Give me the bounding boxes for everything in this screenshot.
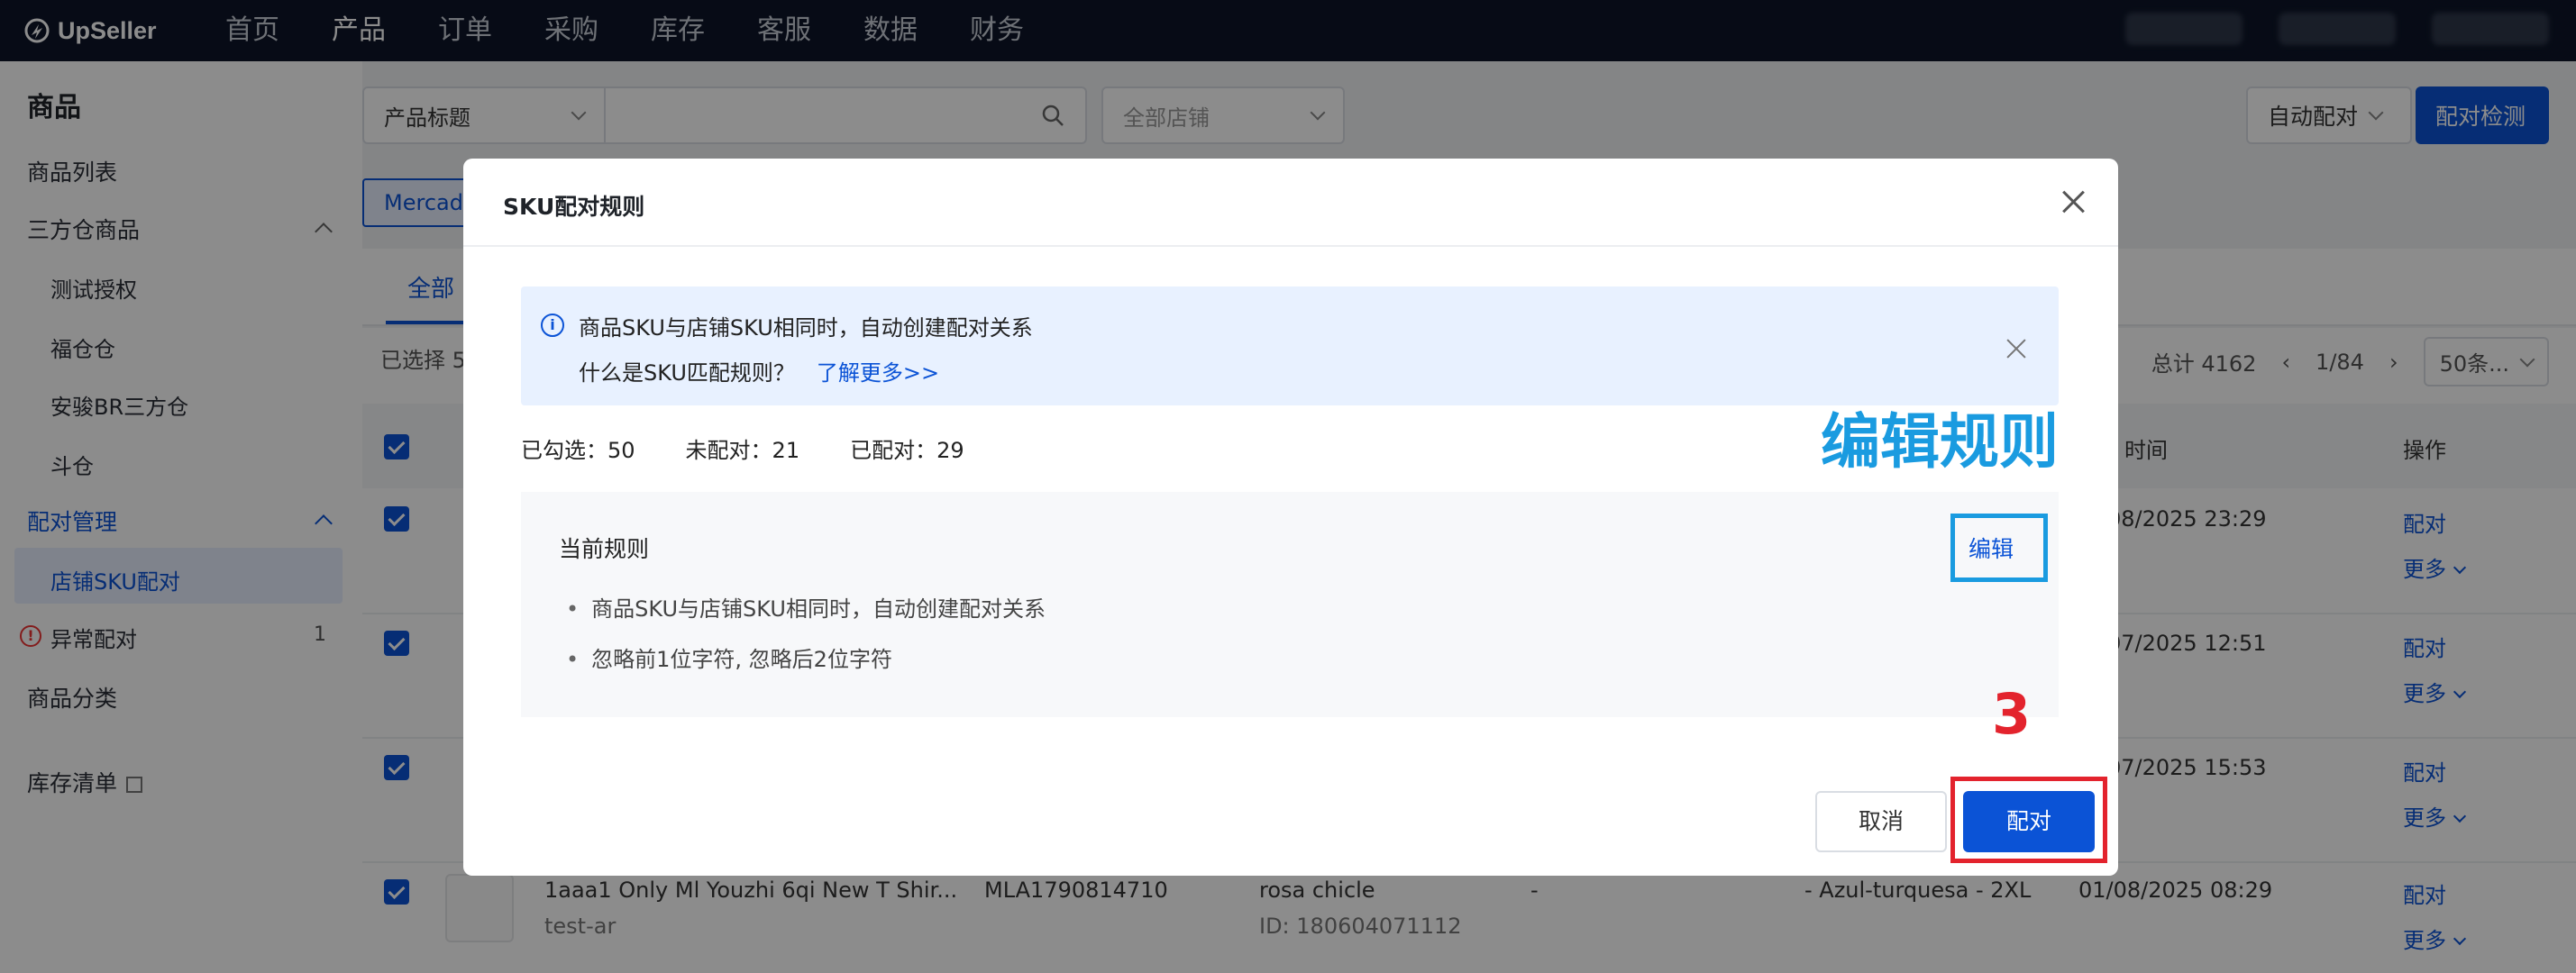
divider bbox=[463, 245, 2118, 247]
info-banner: i 商品SKU与店铺SKU相同时，自动创建配对关系 什么是SKU匹配规则？ 了解更… bbox=[521, 286, 2059, 405]
rule-item: 商品SKU与店铺SKU相同时，自动创建配对关系 bbox=[566, 591, 1046, 623]
info-icon: i bbox=[541, 314, 564, 337]
annotation-step-number: 3 bbox=[1992, 681, 2032, 747]
learn-more-link[interactable]: 了解更多>> bbox=[817, 360, 939, 386]
close-icon[interactable] bbox=[2060, 189, 2086, 214]
info-text: 商品SKU与店铺SKU相同时，自动创建配对关系 bbox=[579, 315, 1033, 341]
cancel-button[interactable]: 取消 bbox=[1815, 791, 1947, 852]
pairing-stats: 已勾选：50 未配对：21 已配对：29 bbox=[521, 432, 964, 464]
info-question-text: 什么是SKU匹配规则？ bbox=[579, 360, 795, 386]
sku-pairing-rule-dialog: SKU配对规则 i 商品SKU与店铺SKU相同时，自动创建配对关系 什么是SKU… bbox=[463, 159, 2118, 876]
dialog-title: SKU配对规则 bbox=[503, 194, 645, 220]
edit-rule-link[interactable]: 编辑 bbox=[1969, 532, 2014, 564]
annotation-edit-rule: 编辑规则 bbox=[1821, 407, 2059, 477]
pair-confirm-button[interactable]: 配对 bbox=[1963, 791, 2095, 852]
stat-unpaired: 未配对：21 bbox=[685, 438, 800, 463]
stat-paired: 已配对：29 bbox=[850, 438, 964, 463]
rule-panel-title: 当前规则 bbox=[559, 536, 650, 562]
rule-item: 忽略前1位字符, 忽略后2位字符 bbox=[566, 641, 892, 673]
stat-selected: 已勾选：50 bbox=[521, 438, 635, 463]
current-rule-panel: 当前规则 商品SKU与店铺SKU相同时，自动创建配对关系 忽略前1位字符, 忽略… bbox=[521, 492, 2059, 717]
info-question: 什么是SKU匹配规则？ 了解更多>> bbox=[579, 355, 939, 386]
close-icon[interactable] bbox=[2006, 339, 2026, 359]
